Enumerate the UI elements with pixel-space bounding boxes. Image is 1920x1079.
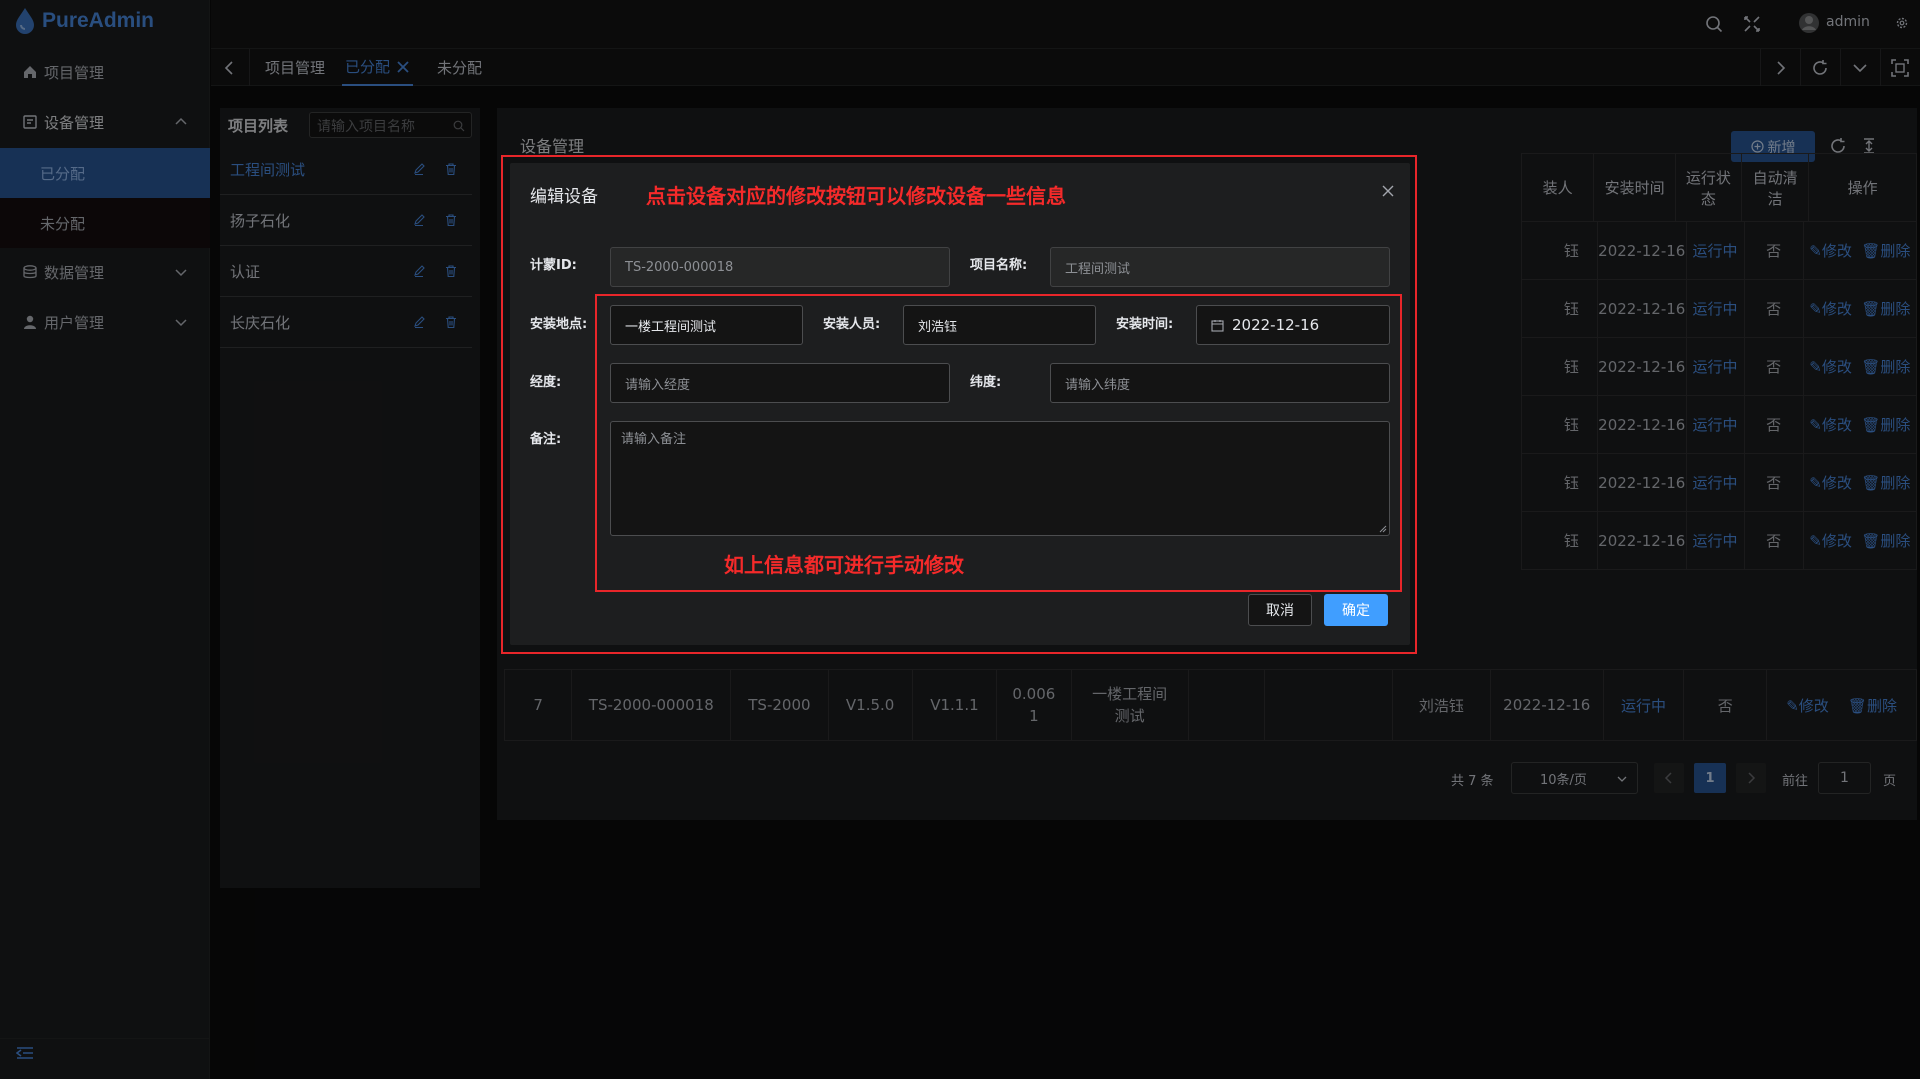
annotation-box-editable-fields	[595, 294, 1402, 592]
